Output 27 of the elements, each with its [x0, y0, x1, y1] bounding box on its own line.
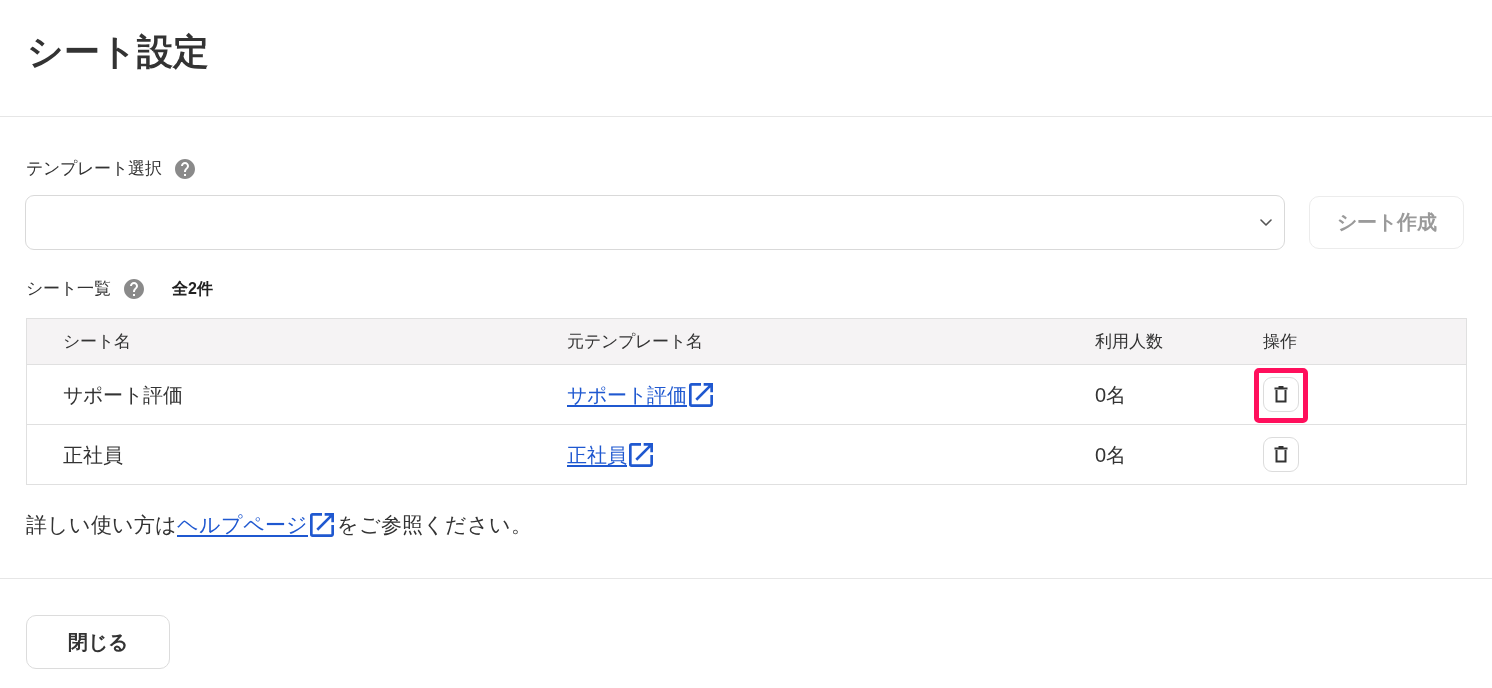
delete-button[interactable] — [1263, 377, 1299, 412]
section-label: シート一覧 — [26, 278, 111, 300]
trash-icon — [1274, 446, 1288, 463]
table-cell-text: 0名 — [1095, 442, 1127, 468]
field-label: テンプレート選択 — [26, 158, 162, 180]
page-title: シート設定 — [27, 30, 209, 74]
template-link[interactable]: サポート評価 — [567, 381, 713, 408]
help-page-link[interactable]: ヘルプページ — [177, 513, 334, 537]
column-header: 元テンプレート名 — [567, 330, 703, 353]
help-icon[interactable] — [122, 277, 146, 301]
item-count: 全2件 — [172, 279, 213, 299]
delete-button[interactable] — [1263, 437, 1299, 472]
template-link[interactable]: 正社員 — [567, 441, 653, 468]
column-header: 操作 — [1263, 330, 1297, 353]
trash-icon — [1274, 386, 1288, 403]
external-link-icon — [689, 382, 713, 407]
table-cell-text: 正社員 — [63, 442, 123, 468]
external-link-icon — [310, 513, 334, 537]
chevron-down-icon — [1260, 219, 1272, 226]
help-icon[interactable] — [173, 157, 197, 181]
external-link-icon — [629, 442, 653, 467]
help-text: 詳しい使い方はヘルプページ をご参照ください。 — [26, 513, 533, 537]
close-button[interactable]: 閉じる — [26, 615, 170, 669]
column-header: 利用人数 — [1095, 330, 1163, 353]
column-header: シート名 — [63, 330, 131, 353]
table-cell-text: 0名 — [1095, 382, 1127, 408]
table-cell-text: サポート評価 — [63, 382, 183, 408]
